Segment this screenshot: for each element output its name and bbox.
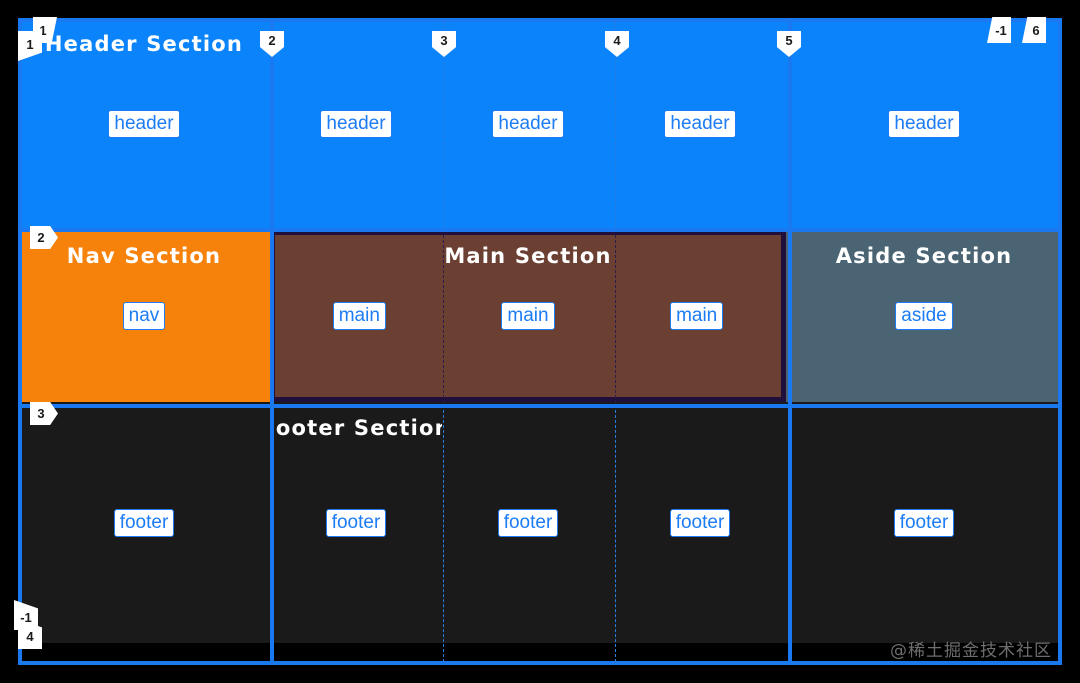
grid-cell-footer-5: footer	[786, 402, 1062, 643]
aside-section-title: Aside Section	[835, 244, 1013, 268]
grid-area-badge-footer: footer	[893, 508, 955, 537]
watermark: @稀土掘金技术社区	[890, 641, 1052, 661]
nav-section-title: Nav Section	[66, 244, 222, 268]
grid-area-badge-footer: footer	[113, 508, 175, 537]
grid-area-badge-header: header	[320, 110, 392, 138]
grid-area-badge-header: header	[492, 110, 564, 138]
grid-area-badge-header: header	[664, 110, 736, 138]
grid-cell-header-2: header	[270, 18, 442, 230]
grid-cell-header-5: header	[786, 18, 1062, 230]
grid-area-badge-main: main	[501, 302, 555, 330]
grid-area-badge-footer: footer	[325, 508, 387, 537]
grid-cell-footer-2: footer Footer Section	[270, 402, 442, 643]
grid-cell-header-1: header Header Section	[18, 18, 270, 230]
grid-cell-footer-3: footer	[442, 402, 614, 643]
grid-cell-main-3: main	[612, 235, 781, 397]
grid-cell-nav: Nav Section nav	[18, 230, 270, 402]
grid-cell-main-2: main	[444, 235, 613, 397]
grid-container: header Header Section header header head…	[18, 18, 1062, 665]
grid-cell-header-3: header	[442, 18, 614, 230]
grid-cell-footer-4: footer	[614, 402, 786, 643]
footer-section-title: Footer Section	[270, 416, 442, 440]
grid-area-badge-footer: footer	[497, 508, 559, 537]
grid-overlay-page: header Header Section header header head…	[0, 0, 1080, 683]
grid-area-badge-main: main	[332, 302, 386, 330]
header-section-title: Header Section	[44, 32, 244, 56]
grid-cell-aside: Aside Section aside	[786, 230, 1062, 402]
grid-cell-main: Main Section main main main	[270, 230, 786, 402]
grid-area-badge-nav: nav	[122, 302, 166, 330]
grid-area-badge-footer: footer	[669, 508, 731, 537]
grid-area-badge-header: header	[888, 110, 960, 138]
grid-cell-main-1: main	[275, 235, 444, 397]
grid-area-badge-main: main	[670, 302, 724, 330]
grid-cell-footer-1: footer	[18, 402, 270, 643]
grid-area-badge-aside: aside	[895, 302, 953, 330]
grid-cell-header-4: header	[614, 18, 786, 230]
grid-area-badge-header: header	[108, 110, 180, 138]
